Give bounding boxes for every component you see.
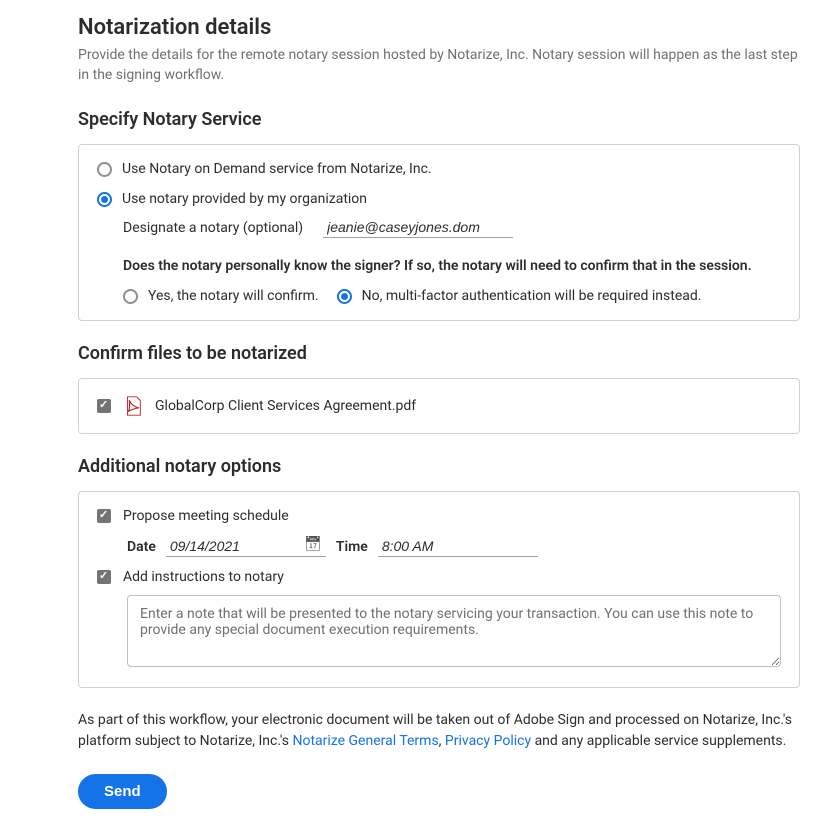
propose-schedule-checkbox[interactable]	[97, 509, 111, 523]
pdf-icon	[123, 395, 143, 417]
date-input[interactable]	[166, 536, 326, 557]
page-subtitle: Provide the details for the remote notar…	[78, 46, 800, 85]
designate-label: Designate a notary (optional)	[123, 220, 303, 236]
know-signer-question: Does the notary personally know the sign…	[123, 258, 781, 274]
page-title: Notarization details	[78, 15, 800, 40]
additional-options-panel: Propose meeting schedule Date 📅︎ Time Ad…	[78, 491, 800, 688]
know-no-radio[interactable]	[337, 289, 352, 304]
file-checkbox[interactable]	[97, 399, 111, 413]
confirm-files-panel: GlobalCorp Client Services Agreement.pdf	[78, 378, 800, 434]
notary-service-heading: Specify Notary Service	[78, 109, 800, 130]
notary-my-org-radio[interactable]	[97, 192, 112, 207]
notary-my-org-label: Use notary provided by my organization	[122, 191, 367, 207]
know-no-label: No, multi-factor authentication will be …	[362, 288, 702, 304]
date-label: Date	[127, 539, 156, 555]
general-terms-link[interactable]: Notarize General Terms	[292, 733, 438, 749]
time-label: Time	[336, 539, 368, 555]
know-yes-label: Yes, the notary will confirm.	[148, 288, 319, 304]
notary-service-panel: Use Notary on Demand service from Notari…	[78, 144, 800, 321]
know-yes-radio[interactable]	[123, 289, 138, 304]
instructions-checkbox[interactable]	[97, 570, 111, 584]
confirm-files-heading: Confirm files to be notarized	[78, 343, 800, 364]
notary-on-demand-radio[interactable]	[97, 162, 112, 177]
propose-schedule-label: Propose meeting schedule	[123, 508, 289, 524]
time-input[interactable]	[378, 536, 538, 557]
notary-on-demand-label: Use Notary on Demand service from Notari…	[122, 161, 432, 177]
disclaimer-text: As part of this workflow, your electroni…	[78, 710, 800, 752]
privacy-policy-link[interactable]: Privacy Policy	[445, 733, 531, 749]
instructions-textarea[interactable]	[127, 595, 781, 667]
designate-notary-input[interactable]	[323, 217, 513, 238]
instructions-label: Add instructions to notary	[123, 569, 284, 585]
additional-options-heading: Additional notary options	[78, 456, 800, 477]
send-button[interactable]: Send	[78, 774, 167, 809]
file-name: GlobalCorp Client Services Agreement.pdf	[155, 398, 416, 414]
